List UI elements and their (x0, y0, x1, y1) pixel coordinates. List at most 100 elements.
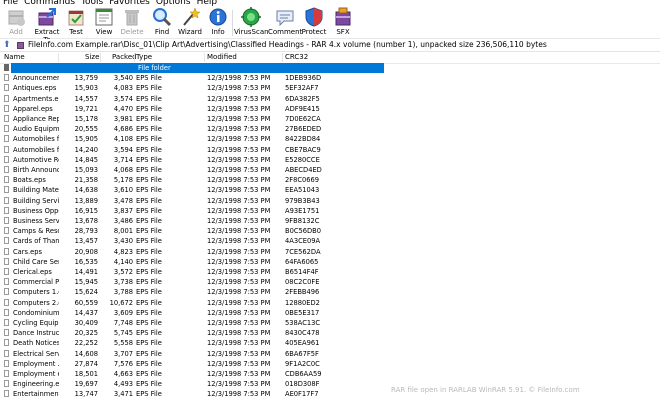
file-packed: 3,707 (113, 349, 133, 358)
menu-tools[interactable]: Tools (81, 0, 103, 6)
file-packed: 5,178 (113, 176, 133, 185)
menu-options[interactable]: Options (156, 0, 191, 6)
menu-commands[interactable]: Commands (24, 0, 75, 6)
table-row[interactable]: Boats.eps 21,358 5,178 EPS File 12/3/1998 7:… (0, 175, 660, 185)
file-crc32: CBE7BAC9 (285, 145, 321, 154)
file-crc32: 7CE562DA (285, 247, 321, 256)
table-row[interactable]: Dance Instructi... 20,325 5,745EPS File 12/… (0, 328, 660, 338)
file-type: EPS File (136, 145, 162, 154)
info-button[interactable]: Info (207, 7, 229, 38)
file-crc32: 6BA67F5F (285, 349, 319, 358)
file-modified: 12/3/1998 7:53 PM (207, 145, 271, 154)
table-row[interactable]: Apparel.eps 19,721 4,470 EPS File 12/3/1998 … (0, 104, 660, 114)
file-name: Employment ... (13, 359, 59, 368)
file-size: 20,325 (74, 329, 98, 338)
file-size: 14,845 (74, 155, 98, 164)
eps-file-icon (4, 206, 9, 214)
column-packed[interactable]: Packed (112, 52, 137, 63)
column-size[interactable]: Size (85, 52, 99, 63)
menu-favorites[interactable]: Favorites (109, 0, 150, 6)
file-packed: 3,594 (113, 145, 133, 154)
table-row[interactable]: Audio Equipm... 20,555 4,686EPS File 12/3/1… (0, 124, 660, 134)
file-packed: 4,663 (113, 370, 133, 378)
file-crc32: AE0F17F7 (285, 390, 319, 399)
eps-file-icon (4, 268, 9, 275)
table-row[interactable]: Condominium... 14,437 3,609EPS File 12/3/19… (0, 308, 660, 318)
virus-scan-button[interactable]: VirusScan (234, 7, 269, 38)
column-modified[interactable]: Modified (207, 52, 237, 63)
file-size: 13,889 (74, 196, 98, 205)
table-row[interactable]: Automobiles f... 15,905 4,108EPS File 12/3/… (0, 134, 660, 144)
up-arrow-icon[interactable]: ⬆ (3, 39, 11, 51)
file-modified: 12/3/1998 7:53 PM (207, 166, 271, 174)
table-row[interactable]: Antiques.eps 15,903 4,083 EPS File 12/3/1998… (0, 83, 660, 93)
file-crc32: 9FB8132C (285, 217, 320, 225)
menu-help[interactable]: Help (197, 0, 218, 6)
file-modified: 12/3/1998 7:53 PM (207, 329, 271, 338)
column-type[interactable]: Type (136, 52, 152, 63)
comment-button[interactable]: Comment (268, 7, 302, 38)
protect-button[interactable]: Protect (301, 7, 327, 38)
file-crc32: B6514F4F (285, 268, 319, 276)
column-name[interactable]: Name (4, 52, 25, 63)
table-row[interactable]: Clerical.eps 14,491 3,572 EPS File 12/3/1998… (0, 267, 660, 277)
table-row[interactable]: Cards of Thank... 13,457 3,430EPS File 12/3… (0, 236, 660, 246)
file-name: Automobiles f... (13, 145, 59, 154)
eps-file-icon (4, 125, 9, 133)
find-button[interactable]: Find (150, 7, 174, 38)
table-row[interactable]: Computers 2.e... 60,559 10,672EPS File 12/3… (0, 298, 660, 308)
wizard-button[interactable]: Wizard (177, 7, 203, 38)
table-row[interactable]: Death Notices... 22,252 5,558EPS File 12/3/… (0, 338, 660, 348)
extract-to-button[interactable]: Extract To (30, 7, 64, 44)
table-row[interactable]: Employment e... 18,501 4,663EPS File 12/3/1… (0, 369, 660, 379)
table-row[interactable]: Employment ... 27,874 7,576 EPS File 12/3/19… (0, 359, 660, 369)
file-packed: 3,572 (113, 268, 133, 276)
file-packed: 3,486 (113, 217, 133, 225)
folder-up-row[interactable]: File folder (0, 63, 660, 73)
table-row[interactable]: Building Servic... 13,889 3,478EPS File 12/… (0, 196, 660, 206)
table-row[interactable]: Building Mater... 14,638 3,610EPS File 12/3… (0, 185, 660, 195)
file-type: EPS File (136, 135, 162, 144)
table-row[interactable]: Business Servi... 13,678 3,486EPS File 12/3… (0, 216, 660, 226)
file-packed: 3,981 (113, 115, 133, 123)
archive-path[interactable]: FileInfo.com Example.rar\Disc_01\Clip Ar… (28, 39, 547, 51)
file-packed: 5,558 (113, 339, 133, 348)
table-row[interactable]: Cars.eps 20,908 4,823 EPS File 12/3/1998 7:5… (0, 247, 660, 257)
test-button[interactable]: Test (64, 7, 88, 38)
table-row[interactable]: Cycling Equip... 30,409 7,748EPS File 12/3/… (0, 318, 660, 328)
table-row[interactable]: Electrical Servi... 14,608 3,707EPS File 12… (0, 349, 660, 359)
table-row[interactable]: Automotive Re... 14,845 3,714EPS File 12/3/… (0, 155, 660, 165)
table-row[interactable]: Child Care Ser... 16,535 4,140EPS File 12/3… (0, 257, 660, 267)
eps-file-icon (4, 84, 9, 92)
column-crc32[interactable]: CRC32 (285, 52, 308, 63)
table-row[interactable]: Apartments.eps 14,557 3,574EPS File 12/3/19… (0, 94, 660, 104)
sfx-button[interactable]: SFX (331, 7, 355, 38)
file-size: 20,555 (74, 125, 98, 134)
table-row[interactable]: Commercial Pr... 15,945 3,738EPS File 12/3/… (0, 277, 660, 287)
table-row[interactable]: Camps & Reso... 28,793 8,001EPS File 12/3/1… (0, 226, 660, 236)
table-row[interactable]: Business Oppo... 16,915 3,837EPS File 12/3/… (0, 206, 660, 216)
file-name: Antiques.eps (13, 84, 57, 93)
table-row[interactable]: Automobiles f... 14,240 3,594EPS File 12/3/… (0, 145, 660, 155)
table-row[interactable]: Appliance Rep... 15,178 3,981EPS File 12/3/… (0, 114, 660, 124)
file-crc32: 5EF32AF7 (285, 84, 319, 93)
view-button[interactable]: View (91, 7, 117, 38)
file-type: EPS File (136, 94, 162, 103)
file-modified: 12/3/1998 7:53 PM (207, 115, 271, 123)
eps-file-icon (4, 227, 9, 235)
file-modified: 12/3/1998 7:53 PM (207, 349, 271, 358)
eps-file-icon (4, 329, 9, 337)
file-size: 14,491 (74, 268, 98, 276)
table-row[interactable]: Computers 1.e... 15,624 3,788EPS File 12/3/… (0, 287, 660, 297)
file-name: Appliance Rep... (13, 115, 59, 123)
table-row[interactable]: Announcemen... 13,759 3,540EPS File 12/3/19… (0, 73, 660, 83)
file-type: EPS File (136, 390, 162, 399)
eps-file-icon (4, 370, 9, 377)
menu-file[interactable]: File (3, 0, 18, 6)
file-packed: 3,610 (113, 186, 133, 195)
info-icon (208, 7, 228, 27)
archive-icon (17, 42, 24, 49)
table-row[interactable]: Birth Announc... 15,093 4,068EPS File 12/3/… (0, 165, 660, 175)
add-button[interactable]: Add (3, 7, 29, 38)
delete-button[interactable]: Delete (118, 7, 146, 38)
